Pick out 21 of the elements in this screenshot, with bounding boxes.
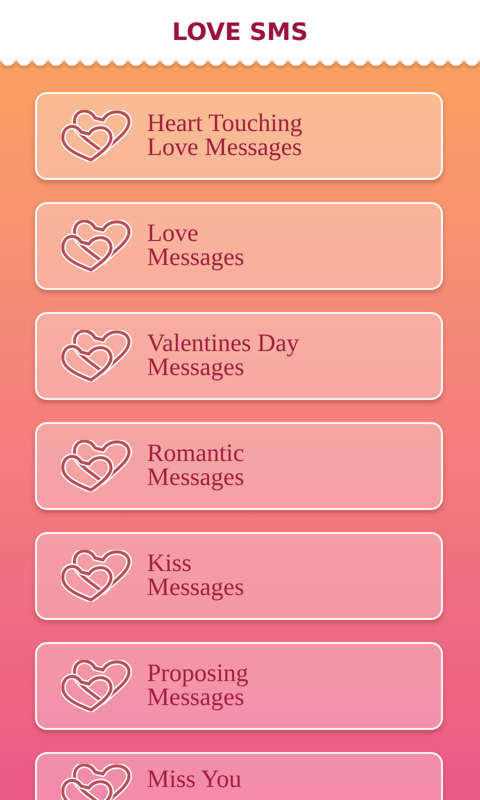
hearts-icon [61,110,133,162]
hearts-icon [61,220,133,272]
category-button[interactable]: Heart Touching Love Messages [35,92,443,180]
hearts-icon [61,440,133,492]
hearts-icon [61,660,133,712]
category-button[interactable]: Kiss Messages [35,532,443,620]
category-button[interactable]: Miss You [35,752,443,800]
category-label: Romantic Messages [147,442,244,490]
category-label: Proposing Messages [147,662,248,710]
category-button[interactable]: Proposing Messages [35,642,443,730]
category-button[interactable]: Romantic Messages [35,422,443,510]
category-label: Kiss Messages [147,552,244,600]
category-button[interactable]: Love Messages [35,202,443,290]
category-label: Miss You [147,768,242,792]
category-label: Love Messages [147,222,244,270]
category-button[interactable]: Valentines Day Messages [35,312,443,400]
app-title: LOVE SMS [172,18,308,46]
hearts-icon [61,550,133,602]
hearts-icon [61,330,133,382]
category-label: Valentines Day Messages [147,332,300,380]
category-label: Heart Touching Love Messages [147,112,302,160]
